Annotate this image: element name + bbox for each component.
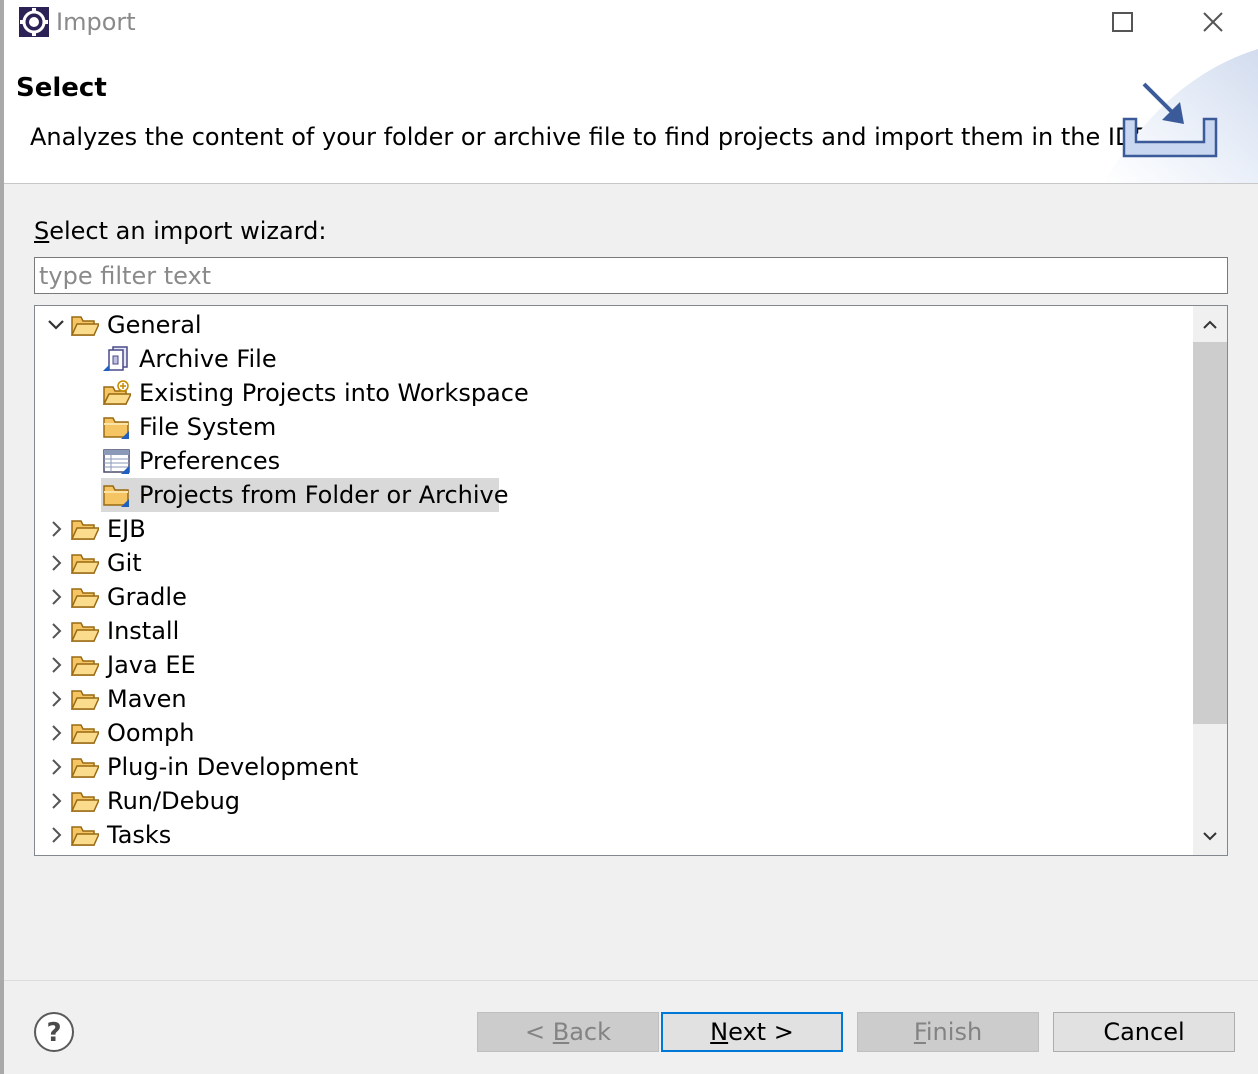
tree-leaf-item[interactable]: Preferences: [35, 444, 1193, 478]
back-text: ack: [569, 1018, 612, 1046]
chevron-right-icon[interactable]: [45, 756, 67, 778]
chevron-right-icon[interactable]: [45, 722, 67, 744]
svg-text:?: ?: [46, 1018, 61, 1048]
tree-category-item[interactable]: Oomph: [35, 716, 1193, 750]
finish-button[interactable]: Finish: [857, 1012, 1039, 1052]
tree-item-label: Java EE: [107, 651, 196, 679]
folder-open-icon: [70, 788, 101, 814]
tree-item-label: Oomph: [107, 719, 195, 747]
tree-item-label: Plug-in Development: [107, 753, 359, 781]
tree-item-label: Archive File: [139, 345, 277, 373]
chevron-right-icon[interactable]: [45, 552, 67, 574]
folder-open-icon: [70, 516, 101, 542]
tree-category-item[interactable]: Java EE: [35, 648, 1193, 682]
folder-open-icon: [70, 584, 101, 610]
folder-open-icon: [70, 754, 101, 780]
tree-leaf-item[interactable]: Existing Projects into Workspace: [35, 376, 1193, 410]
chevron-right-icon[interactable]: [45, 518, 67, 540]
close-icon: [1203, 12, 1223, 32]
page-description: Analyzes the content of your folder or a…: [30, 123, 1157, 151]
tree-item-label: EJB: [107, 515, 146, 543]
folder-open-icon: [70, 312, 101, 338]
chevron-right-icon[interactable]: [45, 790, 67, 812]
close-button[interactable]: [1168, 0, 1258, 44]
chevron-right-icon[interactable]: [45, 620, 67, 642]
tree-category-item[interactable]: EJB: [35, 512, 1193, 546]
next-text: ext >: [728, 1018, 794, 1046]
folder-icon: [103, 414, 131, 440]
chevron-down-icon[interactable]: [45, 314, 67, 336]
tree-category-item[interactable]: Run/Debug: [35, 784, 1193, 818]
filter-input[interactable]: [34, 257, 1228, 294]
scroll-up-icon[interactable]: [1193, 308, 1227, 342]
tree-item-label: Install: [107, 617, 180, 645]
maximize-button[interactable]: [1076, 0, 1166, 44]
folder-open-icon: [70, 550, 101, 576]
label-mnemonic: S: [34, 217, 50, 245]
help-icon[interactable]: ?: [32, 1010, 76, 1054]
existing-projects-icon: [102, 380, 133, 406]
tree-category-item[interactable]: Plug-in Development: [35, 750, 1193, 784]
scroll-thumb[interactable]: [1193, 342, 1227, 724]
finish-mnemonic: F: [913, 1018, 926, 1046]
cancel-button[interactable]: Cancel: [1053, 1012, 1235, 1052]
scroll-down-icon[interactable]: [1193, 819, 1227, 853]
tree-item-label: Existing Projects into Workspace: [139, 379, 529, 407]
import-wizard-icon: [1104, 49, 1258, 183]
folder-open-icon: [70, 618, 101, 644]
chevron-right-icon[interactable]: [45, 654, 67, 676]
back-button[interactable]: < Back: [477, 1012, 659, 1052]
back-prefix: <: [524, 1018, 553, 1046]
tree-category-item[interactable]: Git: [35, 546, 1193, 580]
tree-category-item[interactable]: Tasks: [35, 818, 1193, 852]
footer-separator: [4, 980, 1258, 981]
tree-item-label: Git: [107, 549, 142, 577]
chevron-right-icon[interactable]: [45, 824, 67, 846]
tree-category-item[interactable]: Gradle: [35, 580, 1193, 614]
page-title: Select: [16, 73, 107, 103]
label-text: elect an import wizard:: [49, 217, 327, 245]
tree-category-item[interactable]: Install: [35, 614, 1193, 648]
tree-category-item[interactable]: Maven: [35, 682, 1193, 716]
eclipse-app-icon: [19, 7, 49, 37]
tree-item-label: File System: [139, 413, 277, 441]
import-wizard-label: Select an import wizard:: [34, 216, 326, 246]
next-mnemonic: N: [710, 1018, 729, 1046]
wizard-banner: Select Analyzes the content of your fold…: [4, 44, 1258, 184]
tree-leaf-item[interactable]: File System: [35, 410, 1193, 444]
import-dialog: Import Select Analyzes the content of yo…: [0, 0, 1258, 1074]
finish-text: inish: [925, 1018, 983, 1046]
folder-icon: [103, 482, 131, 508]
wizard-tree[interactable]: General Archive File Existing Projects int…: [34, 305, 1228, 856]
window-title: Import: [56, 8, 136, 36]
folder-open-icon: [70, 652, 101, 678]
tree-item-label: Projects from Folder or Archive: [139, 481, 509, 509]
tree-item-label: Maven: [107, 685, 187, 713]
tree-leaf-item[interactable]: Projects from Folder or Archive: [35, 478, 1193, 512]
maximize-icon: [1112, 12, 1133, 32]
tree-item-label: Run/Debug: [107, 787, 241, 815]
title-bar[interactable]: Import: [4, 0, 1258, 44]
tree-item-label: General: [107, 311, 202, 339]
tree-item-label: Gradle: [107, 583, 187, 611]
tree-leaf-item[interactable]: Archive File: [35, 342, 1193, 376]
chevron-right-icon[interactable]: [45, 688, 67, 710]
tree-item-label: Preferences: [139, 447, 281, 475]
folder-open-icon: [70, 822, 101, 848]
minimize-button[interactable]: [984, 0, 1074, 44]
folder-open-icon: [70, 686, 101, 712]
tree-vertical-scrollbar[interactable]: [1193, 306, 1227, 855]
archive-file-icon: [103, 346, 131, 372]
tree-item-label: Tasks: [107, 821, 172, 849]
preferences-icon: [103, 448, 131, 474]
folder-open-icon: [70, 720, 101, 746]
tree-category-item[interactable]: General: [35, 308, 1193, 342]
minimize-icon: [1020, 21, 1040, 23]
next-button[interactable]: Next >: [661, 1012, 843, 1052]
chevron-right-icon[interactable]: [45, 586, 67, 608]
back-mnemonic: B: [552, 1018, 570, 1046]
